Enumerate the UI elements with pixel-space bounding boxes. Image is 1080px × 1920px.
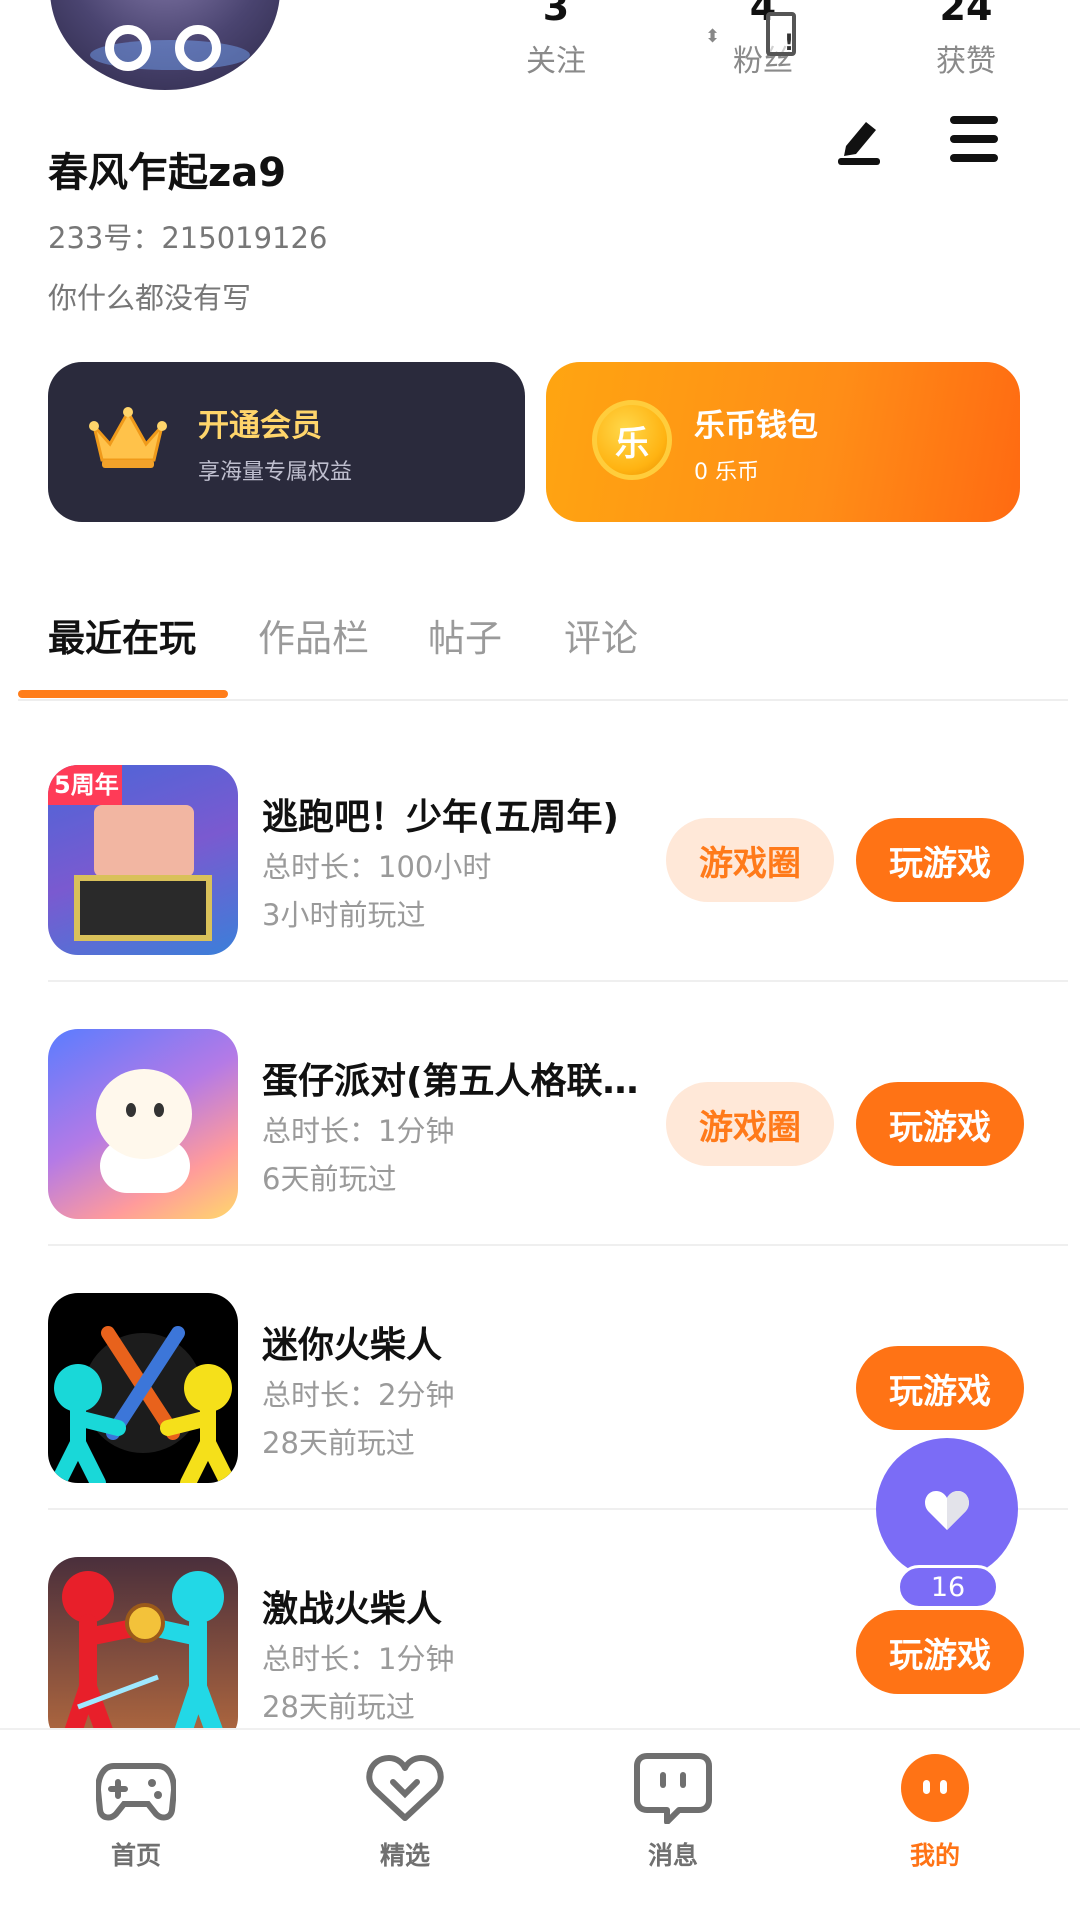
- nav-messages-label: 消息: [647, 1841, 698, 1870]
- sim-alert-icon: [766, 12, 796, 56]
- avatar-eye-right: [175, 25, 221, 71]
- wallet-card[interactable]: 乐 乐币钱包 0 乐币: [546, 362, 1020, 522]
- game-name: 激战火柴人: [262, 1589, 443, 1630]
- follow-count: 3: [542, 0, 570, 29]
- tabs-divider: [18, 699, 1068, 701]
- face-icon: [901, 1754, 969, 1822]
- follow-label: 关注: [526, 44, 586, 79]
- vip-title: 开通会员: [198, 408, 322, 444]
- game-circle-button[interactable]: 游戏圈: [666, 818, 834, 902]
- game-icon[interactable]: [48, 1557, 238, 1747]
- game-last-played: 6天前玩过: [262, 1162, 397, 1196]
- play-game-button[interactable]: 玩游戏: [856, 1346, 1024, 1430]
- tab-recent[interactable]: 最近在玩: [48, 608, 196, 662]
- username: 春风乍起za9: [48, 150, 287, 196]
- stat-follow[interactable]: 3 关注: [486, 0, 626, 80]
- stickman-battle-icon: [59, 1571, 229, 1747]
- wallet-balance: 0 乐币: [694, 460, 759, 485]
- game-row[interactable]: 5周年 逃跑吧！少年(五周年) 总时长：100小时 3小时前玩过 游戏圈 玩游戏: [48, 718, 1068, 982]
- game-name: 迷你火柴人: [262, 1325, 443, 1366]
- game-icon[interactable]: 5周年: [48, 765, 238, 955]
- likes-label: 获赞: [936, 44, 996, 79]
- play-game-button[interactable]: 玩游戏: [856, 1082, 1024, 1166]
- user-bio: 你什么都没有写: [48, 281, 252, 315]
- likes-count: 24: [939, 0, 993, 29]
- edit-profile-button[interactable]: [832, 112, 886, 166]
- bottom-nav: 首页 精选 消息 我的: [0, 1728, 1080, 1920]
- pencil-icon: [838, 122, 880, 165]
- game-name: 逃跑吧！少年(五周年): [262, 797, 619, 838]
- tab-posts[interactable]: 帖子: [428, 608, 502, 662]
- tab-indicator: [18, 690, 228, 698]
- nav-mine[interactable]: 我的: [860, 1752, 1010, 1872]
- coin-icon: 乐: [592, 400, 672, 480]
- nav-featured-label: 精选: [379, 1841, 430, 1870]
- game-duration: 总时长：2分钟: [262, 1378, 455, 1412]
- game-duration: 总时长：100小时: [262, 850, 492, 884]
- game-icon[interactable]: [48, 1293, 238, 1483]
- play-game-button[interactable]: 玩游戏: [856, 818, 1024, 902]
- tab-works[interactable]: 作品栏: [258, 608, 369, 662]
- vip-card[interactable]: 开通会员 享海量专属权益: [48, 362, 525, 522]
- heart-icon: [366, 1755, 444, 1821]
- user-id: 233号：215019126: [48, 221, 328, 255]
- anniversary-badge: 5周年: [48, 765, 122, 805]
- heart-icon: [925, 1491, 969, 1530]
- game-last-played: 28天前玩过: [262, 1690, 415, 1724]
- game-duration: 总时长：1分钟: [262, 1642, 455, 1676]
- vip-subtitle: 享海量专属权益: [198, 460, 353, 485]
- nav-mine-label: 我的: [909, 1841, 960, 1870]
- nav-messages[interactable]: 消息: [598, 1752, 748, 1872]
- heart-count-badge: 16: [897, 1565, 999, 1609]
- floating-heart-button[interactable]: [876, 1438, 1018, 1580]
- game-icon[interactable]: [48, 1029, 238, 1219]
- stat-likes[interactable]: 24 获赞: [896, 0, 1036, 80]
- nav-home-label: 首页: [110, 1841, 161, 1870]
- crown-icon: [89, 407, 167, 468]
- chat-icon: [634, 1753, 712, 1825]
- game-duration: 总时长：1分钟: [262, 1114, 455, 1148]
- gamepad-icon: [94, 1763, 178, 1821]
- game-circle-button[interactable]: 游戏圈: [666, 1082, 834, 1166]
- avatar-eye-left: [105, 25, 151, 71]
- profile-page: 3 关注 4 粉丝 ⬍ 24 获赞 春风乍起za9 233号：215019126…: [0, 0, 1080, 1920]
- nav-featured[interactable]: 精选: [330, 1752, 480, 1872]
- game-name: 蛋仔派对(第五人格联…: [262, 1061, 639, 1102]
- menu-button[interactable]: [950, 116, 998, 162]
- tab-comments[interactable]: 评论: [564, 608, 638, 662]
- menu-icon: [950, 116, 998, 124]
- play-game-button[interactable]: 玩游戏: [856, 1610, 1024, 1694]
- game-row[interactable]: 蛋仔派对(第五人格联… 总时长：1分钟 6天前玩过 游戏圈 玩游戏: [48, 982, 1068, 1246]
- nav-home[interactable]: 首页: [61, 1752, 211, 1872]
- sort-arrows-icon: ⬍: [705, 26, 721, 47]
- wallet-title: 乐币钱包: [694, 408, 818, 444]
- stickman-duel-icon: [50, 1326, 236, 1483]
- avatar[interactable]: [50, 0, 280, 90]
- game-last-played: 3小时前玩过: [262, 898, 426, 932]
- game-last-played: 28天前玩过: [262, 1426, 415, 1460]
